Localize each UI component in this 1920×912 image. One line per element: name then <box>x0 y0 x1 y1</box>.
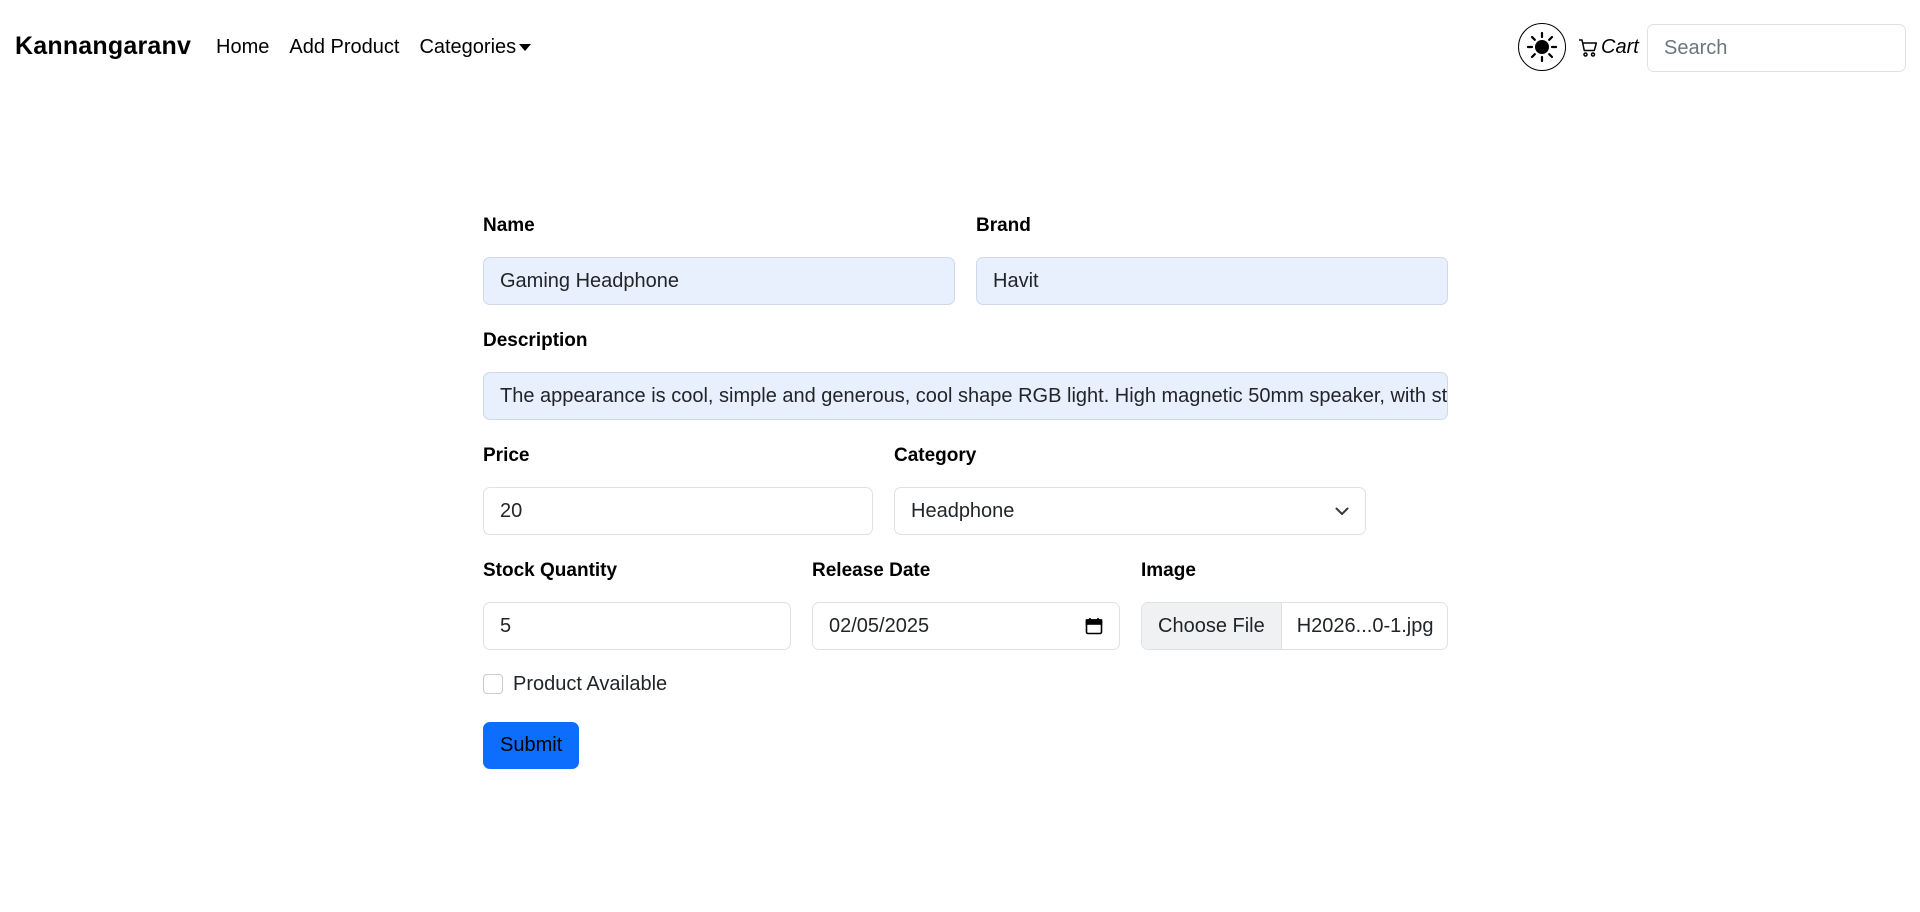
name-input[interactable]: Gaming Headphone <box>483 257 955 305</box>
search-input[interactable] <box>1647 24 1906 72</box>
choose-file-button[interactable]: Choose File <box>1142 603 1282 649</box>
stock-label: Stock Quantity <box>483 560 618 581</box>
release-date-label: Release Date <box>812 560 931 581</box>
category-label: Category <box>894 445 977 466</box>
chevron-down-icon <box>1335 507 1349 515</box>
stock-quantity-input[interactable]: 5 <box>483 602 791 650</box>
product-available-checkbox[interactable] <box>483 674 503 694</box>
brand-label: Brand <box>976 215 1031 236</box>
calendar-icon[interactable] <box>1085 617 1103 635</box>
navbar: Kannangaranv Home Add Product Categories <box>0 0 1920 98</box>
release-date-value: 02/05/2025 <box>829 614 930 637</box>
submit-button[interactable]: Submit <box>483 722 580 769</box>
nav-links: Home Add Product Categories <box>216 36 551 59</box>
nav-categories-dropdown[interactable]: Categories <box>419 36 532 59</box>
nav-home[interactable]: Home <box>216 36 269 59</box>
caret-down-icon <box>519 44 532 52</box>
selected-file-name: H2026...0-1.jpg <box>1296 614 1434 637</box>
cart-link[interactable]: Cart <box>1578 36 1639 59</box>
brand-logo[interactable]: Kannangaranv <box>15 32 191 61</box>
product-available-label[interactable]: Product Available <box>513 673 667 696</box>
description-input[interactable]: The appearance is cool, simple and gener… <box>483 372 1448 420</box>
sun-icon <box>1526 31 1558 63</box>
category-selected-value: Headphone <box>911 499 1015 522</box>
cart-icon <box>1579 38 1598 57</box>
theme-toggle-button[interactable] <box>1518 23 1566 71</box>
image-label: Image <box>1141 560 1196 581</box>
image-file-input[interactable]: Choose File H2026...0-1.jpg <box>1141 602 1448 650</box>
brand-input[interactable]: Havit <box>976 257 1448 305</box>
category-select[interactable]: Headphone <box>894 487 1366 535</box>
price-input[interactable]: 20 <box>483 487 873 535</box>
cart-label: Cart <box>1601 36 1639 58</box>
description-label: Description <box>483 330 588 351</box>
nav-categories-label: Categories <box>419 36 517 58</box>
price-label: Price <box>483 445 530 466</box>
nav-add-product[interactable]: Add Product <box>289 36 399 59</box>
release-date-input[interactable]: 02/05/2025 <box>812 602 1120 650</box>
name-label: Name <box>483 215 535 236</box>
